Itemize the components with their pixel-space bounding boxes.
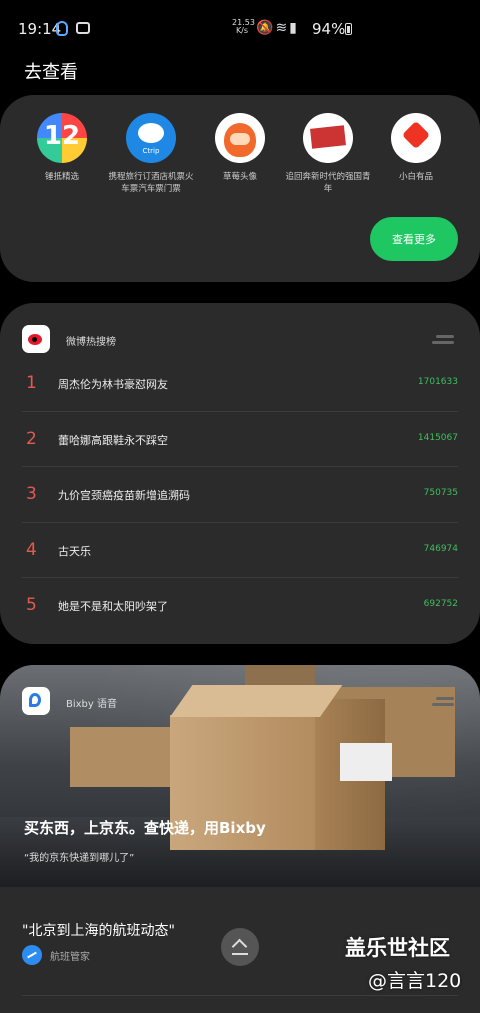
bixby-card-title: Bixby 语音 <box>66 699 118 710</box>
topic-text: 她是不是和太阳吵架了 <box>58 600 168 613</box>
app-item[interactable]: 追回奔新时代的强国青年 <box>284 113 372 195</box>
app-item[interactable]: 草莓头像 <box>196 113 284 183</box>
rank-number: 3 <box>26 484 37 504</box>
watermark-title: 盖乐世社区 <box>345 936 450 960</box>
app-label: 草莓头像 <box>222 172 257 182</box>
weibo-hot-list: 1 周杰伦为林书豪怼网友 1701633 2 蕾哈娜高跟鞋永不踩空 141506… <box>22 356 458 633</box>
list-item[interactable]: 2 蕾哈娜高跟鞋永不踩空 1415067 <box>22 412 458 467</box>
app-list: 12 锤抵精选 Ctrip 携程旅行订酒店机票火车票汽车票门票 草莓头像 追回奔… <box>0 113 480 195</box>
xiaobai-icon <box>391 113 441 163</box>
status-time: 19:14 <box>18 20 62 38</box>
recommended-apps-card: 12 锤抵精选 Ctrip 携程旅行订酒店机票火车票汽车票门票 草莓头像 追回奔… <box>0 95 480 282</box>
weibo-card-title: 微博热搜榜 <box>66 337 116 348</box>
app-label: 追回奔新时代的强国青年 <box>285 172 371 194</box>
topic-text: 周杰伦为林书豪怼网友 <box>58 378 168 391</box>
hot-count: 1415067 <box>417 432 458 443</box>
app-item[interactable]: 小白有品 <box>372 113 460 183</box>
list-item[interactable]: 5 她是不是和太阳吵架了 692752 <box>22 578 458 633</box>
flight-app-icon <box>22 945 42 965</box>
watermark-author: @言言120 <box>368 970 462 992</box>
youth-rally-icon <box>303 113 353 163</box>
section-title: 去查看 <box>24 62 78 83</box>
banner-title: 买东西，上京东。查快递，用Bixby <box>24 819 266 837</box>
rank-number: 4 <box>26 539 37 560</box>
divider <box>22 995 458 996</box>
topic-text: 蕾哈娜高跟鞋永不踩空 <box>58 433 168 447</box>
hot-count: 746974 <box>423 543 458 554</box>
app-label: 锤抵精选 <box>44 172 79 182</box>
12-icon: 12 <box>37 113 87 163</box>
topic-text: 九价宫颈癌疫苗新增追溯码 <box>58 489 190 502</box>
list-item[interactable]: 3 九价宫颈癌疫苗新增追溯码 750735 <box>22 467 458 523</box>
strawberry-avatar-icon <box>215 113 265 163</box>
drag-handle-icon[interactable] <box>432 697 454 707</box>
qq-icon <box>56 21 68 36</box>
ctrip-icon: Ctrip <box>126 113 176 163</box>
app-item[interactable]: Ctrip 携程旅行订酒店机票火车票汽车票门票 <box>107 113 195 195</box>
4g-signal-icon: ▮ <box>289 20 299 36</box>
barcode-label <box>340 743 392 781</box>
hot-count: 1701633 <box>417 377 458 387</box>
rank-number: 1 <box>26 373 37 393</box>
banner-subtitle: “我的京东快递到哪儿了” <box>24 853 135 864</box>
source-app-name: 航班管家 <box>50 952 90 963</box>
parcel-box <box>70 727 170 787</box>
network-speed: 21.53 K/s <box>232 18 255 35</box>
hot-count: 692752 <box>423 599 458 609</box>
list-item[interactable]: 1 周杰伦为林书豪怼网友 1701633 <box>22 356 458 412</box>
bixby-icon <box>22 687 50 715</box>
rank-number: 2 <box>26 428 37 449</box>
battery-level: 94% <box>312 20 346 38</box>
drag-handle-icon[interactable] <box>432 335 454 345</box>
list-item[interactable]: 4 古天乐 746974 <box>22 523 458 578</box>
app-label: 携程旅行订酒店机票火车票汽车票门票 <box>108 172 194 194</box>
rank-number: 5 <box>26 595 37 615</box>
scroll-to-top-button[interactable] <box>221 928 259 966</box>
mute-icon: 🔕 <box>256 20 276 36</box>
bilibili-icon <box>76 22 90 34</box>
battery-icon <box>345 23 352 35</box>
topic-text: 古天乐 <box>58 544 91 558</box>
hot-count: 750735 <box>423 488 458 498</box>
app-item[interactable]: 12 锤抵精选 <box>18 113 106 183</box>
view-more-button[interactable]: 查看更多 <box>370 217 458 261</box>
status-bar: 19:14 21.53 K/s 🔕≋▮ 94% <box>0 0 480 58</box>
voice-query-suggestion[interactable]: "北京到上海的航班动态" <box>22 920 175 940</box>
weibo-icon <box>22 325 50 353</box>
app-label: 小白有品 <box>398 172 433 182</box>
wifi-icon: ≋ <box>275 20 290 36</box>
bixby-banner-image[interactable]: Bixby 语音 买东西，上京东。查快递，用Bixby “我的京东快递到哪儿了” <box>0 665 480 887</box>
status-icons: 🔕≋▮ <box>256 20 299 36</box>
